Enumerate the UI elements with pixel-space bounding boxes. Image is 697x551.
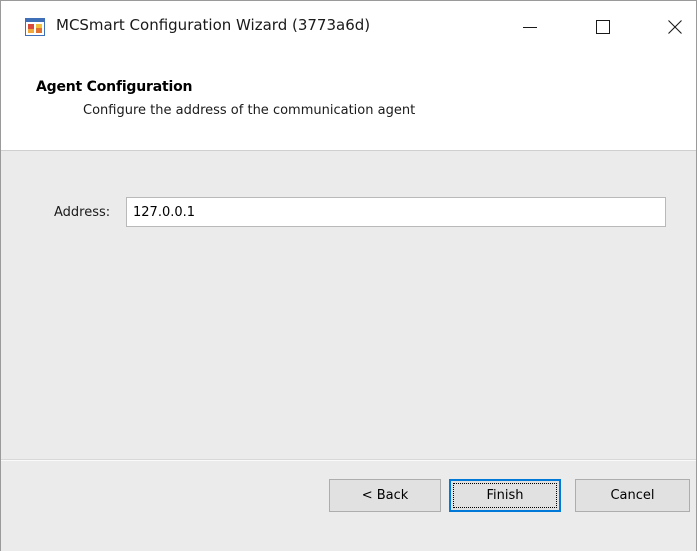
- window-title: MCSmart Configuration Wizard (3773a6d): [56, 16, 371, 34]
- maximize-icon: [596, 20, 610, 34]
- wizard-window: MCSmart Configuration Wizard (3773a6d) A…: [0, 0, 697, 551]
- minimize-button[interactable]: [504, 1, 556, 53]
- page-title: Agent Configuration: [36, 79, 193, 95]
- footer-divider-highlight: [1, 460, 696, 461]
- page-subtitle: Configure the address of the communicati…: [83, 103, 416, 118]
- title-bar[interactable]: MCSmart Configuration Wizard (3773a6d): [1, 1, 696, 53]
- wizard-body: Address: < Back Finish Cancel: [1, 151, 696, 551]
- focus-ring: [453, 483, 557, 508]
- close-button[interactable]: [649, 1, 697, 53]
- back-button[interactable]: < Back: [329, 479, 441, 512]
- wizard-header: Agent Configuration Configure the addres…: [1, 53, 696, 151]
- address-input[interactable]: [126, 197, 666, 227]
- cancel-button[interactable]: Cancel: [575, 479, 690, 512]
- finish-button[interactable]: Finish: [449, 479, 561, 512]
- address-label: Address:: [54, 205, 111, 220]
- close-icon: [668, 20, 682, 34]
- minimize-icon: [523, 27, 537, 28]
- app-window-icon: [25, 18, 45, 36]
- maximize-button[interactable]: [577, 1, 629, 53]
